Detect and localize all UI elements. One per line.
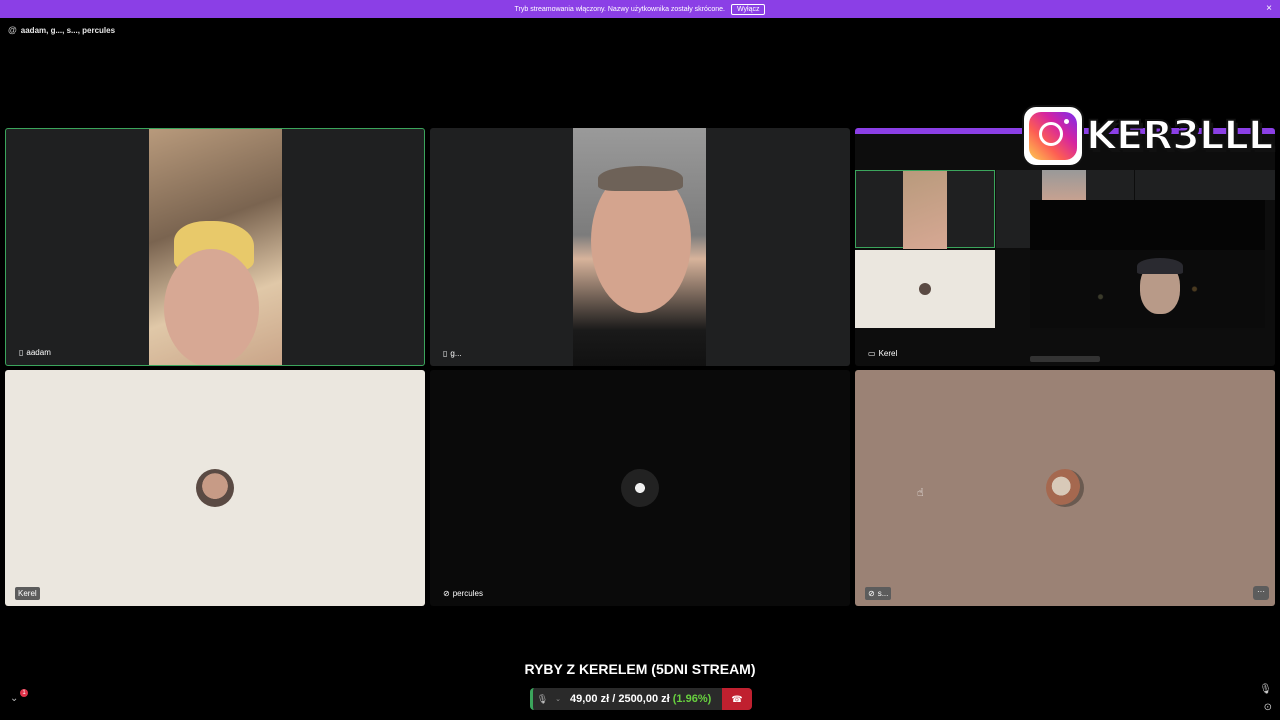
avatar: [196, 469, 234, 507]
more-options-button[interactable]: ···: [1253, 586, 1269, 600]
participant-video: [573, 128, 706, 366]
phone-icon: ▯: [443, 349, 448, 358]
instagram-overlay: KER3LLL: [1022, 104, 1274, 168]
video-tile-g[interactable]: ▯ g...: [430, 128, 850, 366]
call-participants: aadam, g..., s..., percules: [20, 25, 116, 35]
shared-tile: [855, 170, 995, 249]
avatar: [1046, 469, 1084, 507]
call-controls: 🎙︎ ⌄ 49,00 zł / 2500,00 zł (1.96%) ☎: [530, 688, 752, 710]
participant-label: ▯ aadam: [19, 348, 51, 357]
participant-label: ▭ Kerel: [868, 349, 898, 358]
chevron-down-icon[interactable]: ⌄: [10, 693, 18, 704]
shared-tile: [855, 250, 995, 328]
phone-icon: ▯: [19, 348, 24, 357]
at-icon: @: [8, 25, 17, 35]
chevron-down-icon[interactable]: ⌄: [552, 695, 564, 703]
shared-controls: [1030, 356, 1100, 362]
microphone-button[interactable]: 🎙︎: [530, 688, 552, 710]
participant-label: ▯ g...: [443, 349, 462, 358]
settings-icon[interactable]: ⊙: [1264, 702, 1272, 713]
streamer-mode-banner: Tryb streamowania włączony. Nazwy użytko…: [0, 0, 1280, 18]
banner-text: Tryb streamowania włączony. Nazwy użytko…: [514, 5, 725, 13]
instagram-icon: [1022, 105, 1084, 167]
mic-muted-icon: ⊘: [443, 589, 450, 598]
mic-icon[interactable]: 🎙︎: [1259, 684, 1272, 695]
donation-goal: 49,00 zł / 2500,00 zł (1.96%): [570, 693, 712, 705]
call-title: @ aadam, g..., s..., percules: [8, 25, 115, 35]
phone-hangup-icon: ☎: [731, 693, 743, 704]
participant-label: ⊘ percules: [443, 589, 483, 598]
disable-streamer-mode-button[interactable]: Wyłącz: [730, 3, 766, 15]
instagram-handle: KER3LLL: [1085, 112, 1274, 160]
mic-muted-icon: ⊘: [868, 589, 875, 598]
close-icon[interactable]: ×: [1266, 3, 1272, 14]
shared-camera: [1030, 200, 1265, 328]
hang-up-button[interactable]: ☎: [722, 688, 752, 710]
stream-title: RYBY Z KERELEM (5DNI STREAM): [524, 661, 756, 677]
video-tile-aadam[interactable]: ▯ aadam: [5, 128, 425, 366]
avatar: [621, 469, 659, 507]
mic-icon: 🎙︎: [536, 693, 549, 704]
avatar-tile-kerel[interactable]: Kerel: [5, 370, 425, 606]
participant-label: Kerel: [15, 587, 40, 600]
screen-share-icon: ▭: [868, 349, 876, 358]
notification-badge: 1: [20, 689, 28, 697]
hand-cursor-icon: ☝: [917, 487, 924, 499]
avatar-tile-percules[interactable]: ⊘ percules: [430, 370, 850, 606]
participant-video: [149, 129, 282, 365]
participant-label: ⊘ s...: [865, 587, 892, 600]
shared-tile: [1135, 170, 1275, 200]
